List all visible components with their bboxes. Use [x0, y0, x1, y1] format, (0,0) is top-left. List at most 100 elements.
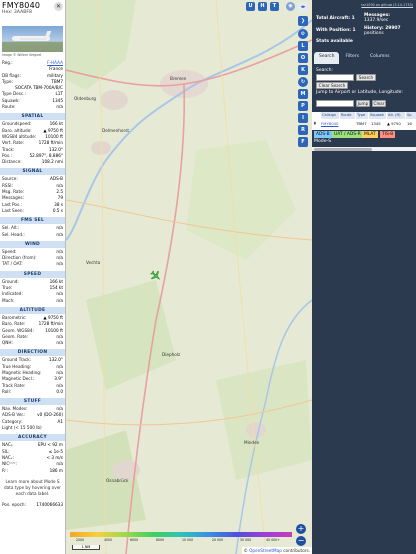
attribution-prefix: © — [243, 548, 248, 553]
info-key: Last Seen: — [2, 207, 24, 213]
legend-tick: 2000 — [76, 538, 85, 542]
info-key: QNH: — [2, 340, 13, 346]
badge-mlat: MLAT — [362, 131, 378, 138]
close-icon[interactable]: ✕ — [54, 2, 63, 11]
tab-filters[interactable]: Filters — [340, 52, 364, 64]
source-legend: ADS-B UAT / ADS-R MLAT TIS-B — [314, 130, 414, 139]
section-header: FMS SEL — [0, 217, 65, 225]
osm-link[interactable]: OpenStreetMap — [249, 548, 282, 553]
aircraft-photo[interactable] — [2, 26, 63, 52]
detail-value: n/a — [56, 104, 63, 110]
i-button[interactable]: I — [298, 113, 308, 123]
aircraft-info-panel: FMY8040 Hex: 3AABF8 ✕ Image © Willem Ver… — [0, 0, 66, 554]
collapse-arrows-icon[interactable]: ◂▸ — [298, 2, 308, 12]
col-header-squawk[interactable]: Squawk — [369, 112, 386, 119]
col-header-callsign[interactable]: Callsign — [321, 112, 339, 119]
hex-code: Hex: 3AABF8 — [2, 10, 32, 15]
l-button[interactable]: L — [298, 41, 308, 51]
section-header: SPEED — [0, 270, 65, 278]
search-label: Search: — [316, 68, 333, 73]
clear-button[interactable]: Clear — [372, 100, 386, 107]
zoom-in-button[interactable]: + — [296, 524, 306, 534]
stats-available-link[interactable]: Stats available — [316, 39, 353, 45]
legend-tick: 40 000+ — [266, 538, 280, 542]
legend-tick: 8000 — [156, 538, 165, 542]
row-callsign[interactable]: FMY8040 — [321, 120, 339, 127]
o-button[interactable]: O — [298, 53, 308, 63]
search-panel: Search: Search Clear Search Jump to Airp… — [314, 64, 414, 109]
aircraft-details: Reg.: F-HAAA France DB flags: military Type: T… — [0, 60, 65, 110]
info-key: Roll: — [2, 388, 12, 394]
table-scrollbar[interactable] — [312, 147, 416, 151]
section-header: SIGNAL — [0, 168, 65, 176]
k-button[interactable]: K — [298, 65, 308, 75]
info-row: Mach: n/a — [0, 298, 65, 304]
attribution-suffix: contributors. — [283, 548, 310, 553]
photo-credit: Image © Willem Verguet — [2, 53, 42, 57]
jump-input[interactable] — [316, 100, 354, 107]
row-speed: 16 — [407, 121, 412, 126]
info-value: 186 m — [49, 467, 63, 473]
jump-label: Jump to Airport or Latitude, Longitude: — [316, 90, 403, 95]
info-value: n/a — [56, 261, 63, 267]
city-label: Bremen — [170, 76, 187, 81]
info-key: Mach: — [2, 297, 15, 303]
expand-chevron-icon[interactable]: ❯ — [298, 16, 308, 26]
tab-columns[interactable]: Columns — [365, 52, 395, 64]
m-button[interactable]: M — [298, 89, 308, 99]
p-button[interactable]: P — [298, 101, 308, 111]
h-button[interactable]: H — [258, 2, 267, 11]
info-value: 0.0 — [56, 388, 63, 394]
search-button[interactable]: Search — [356, 74, 376, 81]
row-type: TBM7 — [356, 121, 367, 126]
row-squawk: 1345 — [371, 121, 381, 126]
layers-icon[interactable]: ◉ — [286, 2, 295, 11]
mode-s-label: Mode-S — [314, 139, 332, 144]
r-button[interactable]: R — [298, 125, 308, 135]
legend-tick: 6000 — [130, 538, 139, 542]
info-row: Roll: 0.0 — [0, 389, 65, 395]
info-row: TAT / OAT: n/a — [0, 261, 65, 267]
section-header: WIND — [0, 240, 65, 248]
detail-row: Route: n/a — [0, 104, 65, 110]
col-header-type[interactable]: Type — [356, 112, 368, 119]
info-value: 0.5 s — [52, 207, 63, 213]
legend-tick: 30 000 — [240, 538, 252, 542]
search-input[interactable] — [316, 74, 354, 81]
scale-bar: 1 NM — [72, 545, 100, 550]
settings-icon[interactable]: ⚙ — [298, 29, 308, 39]
jump-button[interactable]: Jump — [356, 100, 370, 107]
detail-key: Type: — [2, 78, 14, 84]
altitude-legend — [70, 532, 292, 537]
section-header: ALTITUDE — [0, 306, 65, 314]
sidebar-tabs: Search Filters Columns — [312, 52, 416, 64]
info-row: QNH: n/a — [0, 340, 65, 346]
history-suffix: positions — [364, 31, 384, 36]
tab-search[interactable]: Search — [314, 52, 340, 64]
city-label: Oldenburg — [74, 96, 96, 101]
info-key: Light (< 15 500 lb) — [2, 425, 42, 431]
map-view[interactable]: Delmenhorst Bremen Oldenburg Vechta Diep… — [66, 0, 312, 554]
col-header-speed[interactable]: Sp — [406, 112, 416, 119]
col-header-altitude[interactable]: Alt. (ft) — [387, 112, 405, 119]
map-canvas[interactable] — [66, 0, 312, 554]
zoom-out-button[interactable]: − — [296, 536, 306, 546]
info-row: Light (< 15 500 lb) — [0, 425, 65, 431]
info-row: Sel. Head.: n/a — [0, 232, 65, 238]
info-row: Last Seen: 0.5 s — [0, 208, 65, 214]
section-header: STUFF — [0, 398, 65, 406]
legend-tick: 10 000 — [182, 538, 194, 542]
clear-search-button[interactable]: Clear Search — [316, 82, 348, 89]
u-button[interactable]: U — [246, 2, 255, 11]
f-button[interactable]: F — [298, 137, 308, 147]
flag-icon: ▮ — [314, 121, 316, 125]
rotate-icon[interactable]: ↻ — [298, 77, 308, 87]
info-value: 108.2 nmi — [41, 159, 63, 165]
col-header-route[interactable]: Route — [340, 112, 355, 119]
badge-adsb: ADS-B — [314, 131, 332, 138]
version-link[interactable]: tar1090 on github (3.14.1733) — [361, 3, 413, 7]
info-key: Sel. Head.: — [2, 231, 25, 237]
t-button[interactable]: T — [270, 2, 279, 11]
section-header: SPATIAL — [0, 113, 65, 121]
badge-uat: UAT / ADS-R — [332, 131, 363, 138]
